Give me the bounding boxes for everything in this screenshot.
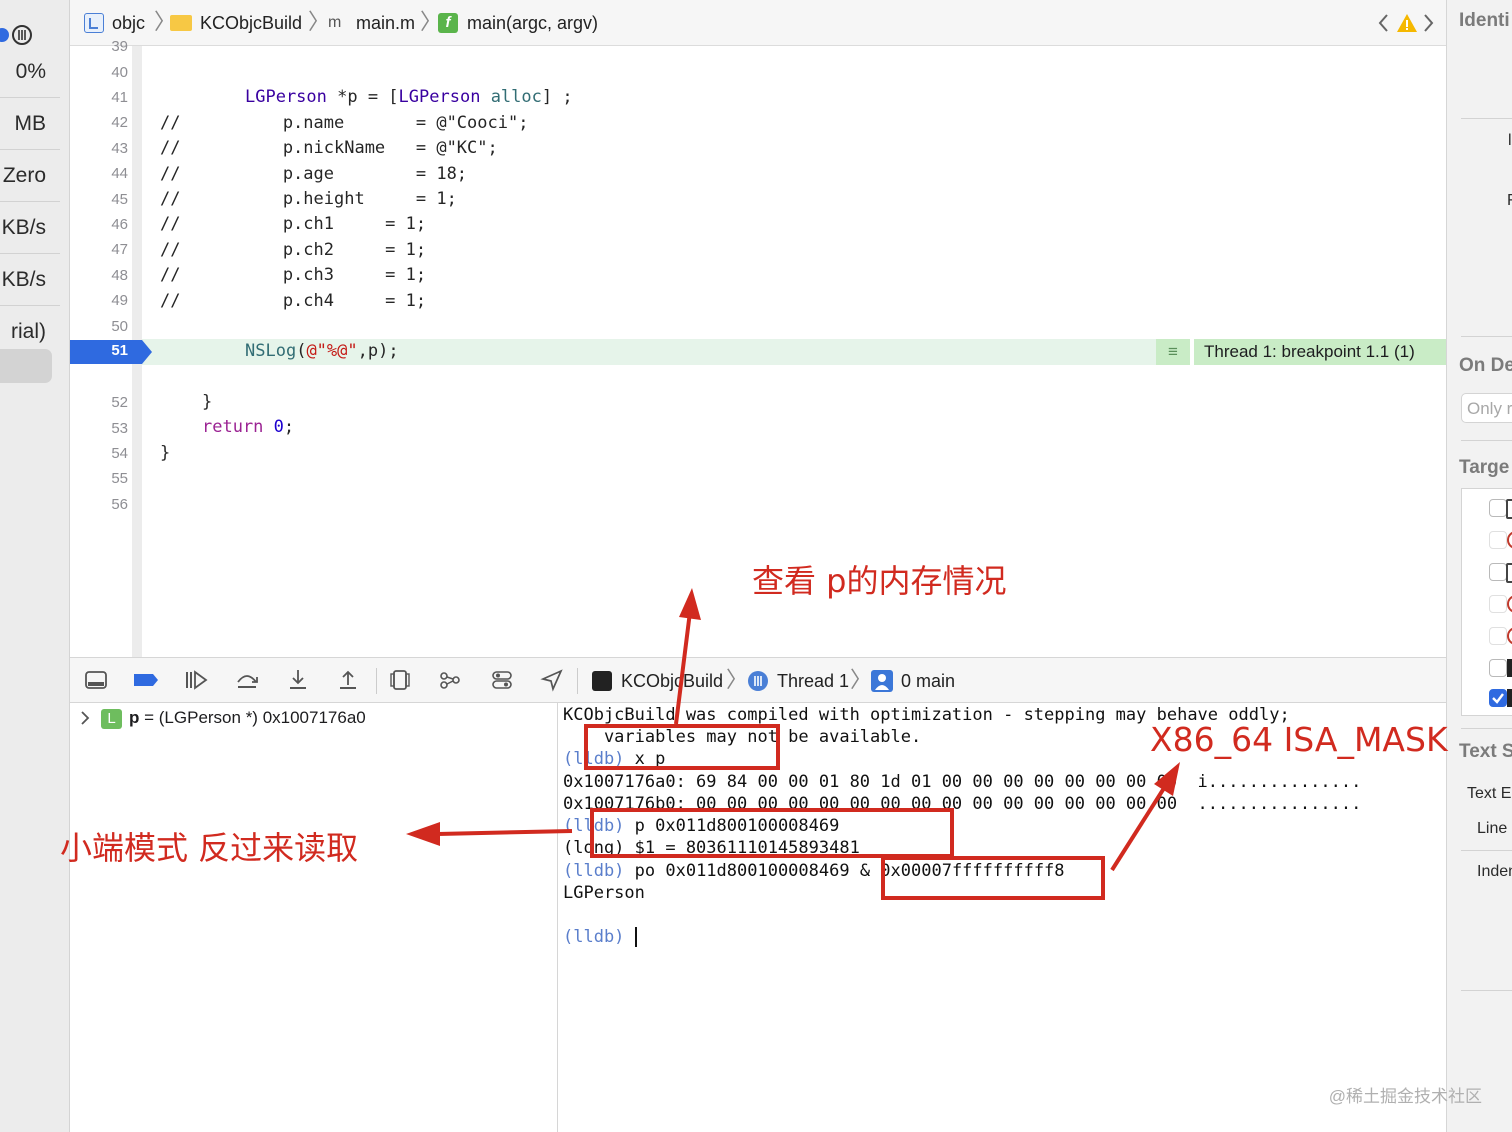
watermark: @稀土掘金技术社区 xyxy=(1328,1087,1482,1106)
annotation-arrows xyxy=(406,588,1180,872)
